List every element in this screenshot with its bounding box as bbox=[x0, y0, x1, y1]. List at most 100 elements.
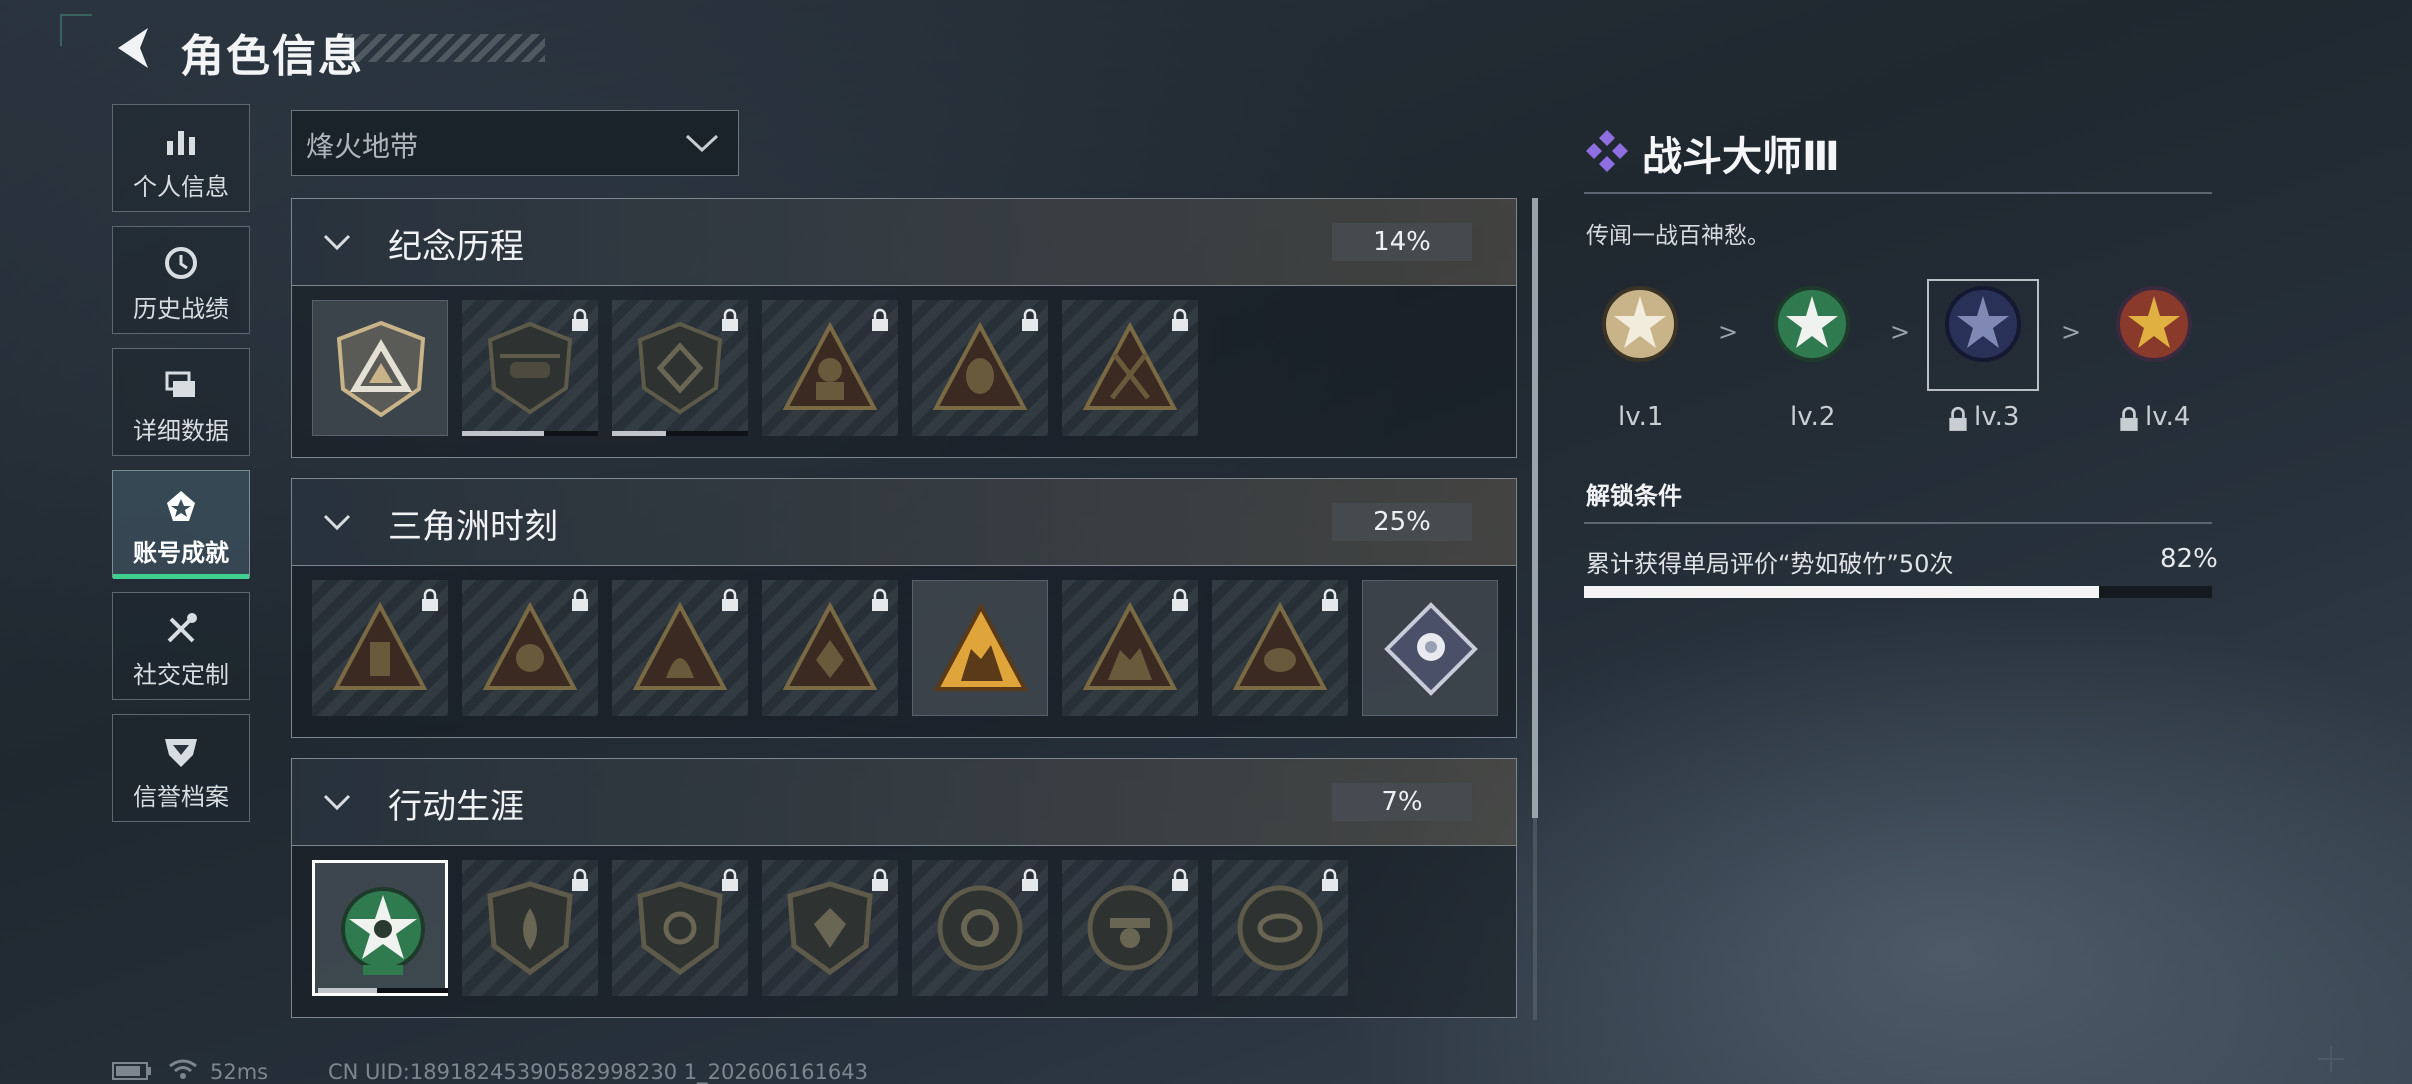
lock-icon bbox=[422, 588, 438, 611]
round-hat-badge-icon bbox=[1087, 885, 1173, 971]
triangle-team-badge-icon bbox=[1082, 601, 1178, 690]
achievement-tile[interactable] bbox=[462, 300, 598, 436]
achievement-tile[interactable] bbox=[912, 580, 1048, 716]
chevron-down-icon bbox=[323, 794, 351, 811]
sidebar-item-personal-info[interactable]: 个人信息 bbox=[112, 104, 250, 212]
sidebar-item-credit-file[interactable]: 信誉档案 bbox=[112, 714, 250, 822]
section-header-commemoration[interactable]: 纪念历程 14% bbox=[291, 198, 1517, 286]
achievement-tile[interactable] bbox=[912, 860, 1048, 996]
plus-decoration-icon bbox=[2318, 1046, 2344, 1072]
sidebar-item-achievements[interactable]: 账号成就 bbox=[112, 470, 250, 579]
tile-progress bbox=[612, 431, 748, 436]
sidebar-item-detail-data[interactable]: 详细数据 bbox=[112, 348, 250, 456]
achievement-tile[interactable] bbox=[612, 580, 748, 716]
stacked-cards-icon bbox=[165, 371, 195, 397]
bar-chart-icon bbox=[167, 131, 195, 155]
shield-flame-badge-icon bbox=[487, 881, 573, 976]
section-percent: 14% bbox=[1332, 223, 1472, 261]
history-clock-icon bbox=[165, 247, 197, 279]
mode-dropdown[interactable]: 烽火地带 bbox=[291, 110, 739, 176]
chevron-down-icon bbox=[323, 514, 351, 531]
scrollbar-thumb[interactable] bbox=[1532, 198, 1538, 818]
sidebar-item-label: 社交定制 bbox=[133, 661, 229, 689]
lock-icon bbox=[1949, 406, 1967, 431]
level-label: lv.1 bbox=[1618, 402, 1664, 432]
diamond-shield-badge-icon bbox=[637, 321, 723, 415]
lock-icon bbox=[1022, 868, 1038, 891]
sidebar-item-label: 信誉档案 bbox=[133, 783, 229, 811]
title-stripe-decoration bbox=[345, 34, 545, 62]
arrow-right-icon: > bbox=[1718, 318, 1739, 346]
sidebar-item-label: 账号成就 bbox=[133, 539, 229, 567]
achievement-tile-selected[interactable] bbox=[312, 860, 448, 996]
shield-eye-badge-icon bbox=[637, 881, 723, 976]
lock-icon bbox=[1172, 868, 1188, 891]
lock-icon bbox=[872, 588, 888, 611]
back-arrow-icon[interactable] bbox=[112, 24, 154, 72]
sidebar-item-social-custom[interactable]: 社交定制 bbox=[112, 592, 250, 700]
level-label: lv.3 bbox=[1974, 402, 2020, 432]
achievement-tile[interactable] bbox=[462, 860, 598, 996]
section-percent: 7% bbox=[1332, 783, 1472, 821]
chevron-down-icon bbox=[685, 134, 719, 153]
triangle-bottle-badge-icon bbox=[332, 601, 428, 690]
tile-progress bbox=[462, 431, 598, 436]
achievement-tile[interactable] bbox=[762, 860, 898, 996]
achievement-tile[interactable] bbox=[912, 300, 1048, 436]
arrow-right-icon: > bbox=[1890, 318, 1911, 346]
achievement-tile[interactable] bbox=[1062, 860, 1198, 996]
achievement-tile[interactable] bbox=[762, 580, 898, 716]
level-1-badge-icon[interactable] bbox=[1600, 284, 1680, 364]
level-4-badge-icon[interactable] bbox=[2114, 284, 2194, 364]
achievement-tile[interactable] bbox=[462, 580, 598, 716]
level-2-badge-icon[interactable] bbox=[1772, 284, 1852, 364]
rose-diamond-badge-icon bbox=[1384, 602, 1478, 696]
level-3-badge-icon[interactable] bbox=[1943, 284, 2023, 364]
lock-icon bbox=[2120, 406, 2138, 431]
achievement-tile[interactable] bbox=[312, 300, 448, 436]
lock-icon bbox=[1172, 588, 1188, 611]
section-header-operation-career[interactable]: 行动生涯 7% bbox=[291, 758, 1517, 846]
section-percent: 25% bbox=[1332, 503, 1472, 541]
tile-progress bbox=[318, 988, 448, 993]
triangle-gasmask-badge-icon bbox=[482, 601, 578, 690]
corner-decoration bbox=[60, 14, 92, 46]
divider bbox=[1584, 522, 2212, 524]
unlock-condition-text: 累计获得单局评价“势如破竹”50次 bbox=[1586, 550, 1954, 578]
achievement-description: 传闻一战百神愁。 bbox=[1586, 223, 1770, 249]
triangle-figure-badge-icon bbox=[632, 601, 728, 690]
helicopter-shield-badge-icon bbox=[487, 321, 573, 415]
achievement-tile[interactable] bbox=[1062, 300, 1198, 436]
triangle-crossed-blades-badge-icon bbox=[1082, 321, 1178, 410]
shield-gem-badge-icon bbox=[787, 881, 873, 976]
achievement-tile[interactable] bbox=[612, 300, 748, 436]
achievement-tile[interactable] bbox=[1212, 580, 1348, 716]
lock-icon bbox=[1322, 588, 1338, 611]
achievement-tile[interactable] bbox=[762, 300, 898, 436]
section-title: 三角洲时刻 bbox=[388, 507, 558, 547]
unlock-progress-fill bbox=[1584, 586, 2099, 598]
lock-icon bbox=[722, 308, 738, 331]
section-title: 纪念历程 bbox=[388, 227, 524, 267]
shield-chevron-icon bbox=[165, 739, 197, 767]
uid-text: CN UID:18918245390582998230 1_2026061616… bbox=[328, 1060, 868, 1084]
achievement-tile[interactable] bbox=[1362, 580, 1498, 716]
round-ring-badge-icon bbox=[937, 885, 1023, 971]
achievement-tile[interactable] bbox=[612, 860, 748, 996]
level-label: lv.2 bbox=[1790, 402, 1836, 432]
achievement-star-icon bbox=[167, 491, 195, 521]
section-badges-delta-moments bbox=[291, 566, 1517, 738]
achievement-tile[interactable] bbox=[1062, 580, 1198, 716]
achievement-tile[interactable] bbox=[1212, 860, 1348, 996]
sidebar-item-label: 个人信息 bbox=[133, 173, 229, 201]
battery-icon bbox=[112, 1062, 151, 1080]
lock-icon bbox=[1322, 868, 1338, 891]
tools-icon bbox=[167, 613, 197, 643]
sidebar-item-history[interactable]: 历史战绩 bbox=[112, 226, 250, 334]
achievement-tile[interactable] bbox=[312, 580, 448, 716]
arrow-right-icon: > bbox=[2061, 318, 2082, 346]
section-header-delta-moments[interactable]: 三角洲时刻 25% bbox=[291, 478, 1517, 566]
delta-shield-badge-icon bbox=[336, 320, 426, 418]
unlock-progress-bar bbox=[1584, 586, 2212, 598]
lock-icon bbox=[1022, 308, 1038, 331]
